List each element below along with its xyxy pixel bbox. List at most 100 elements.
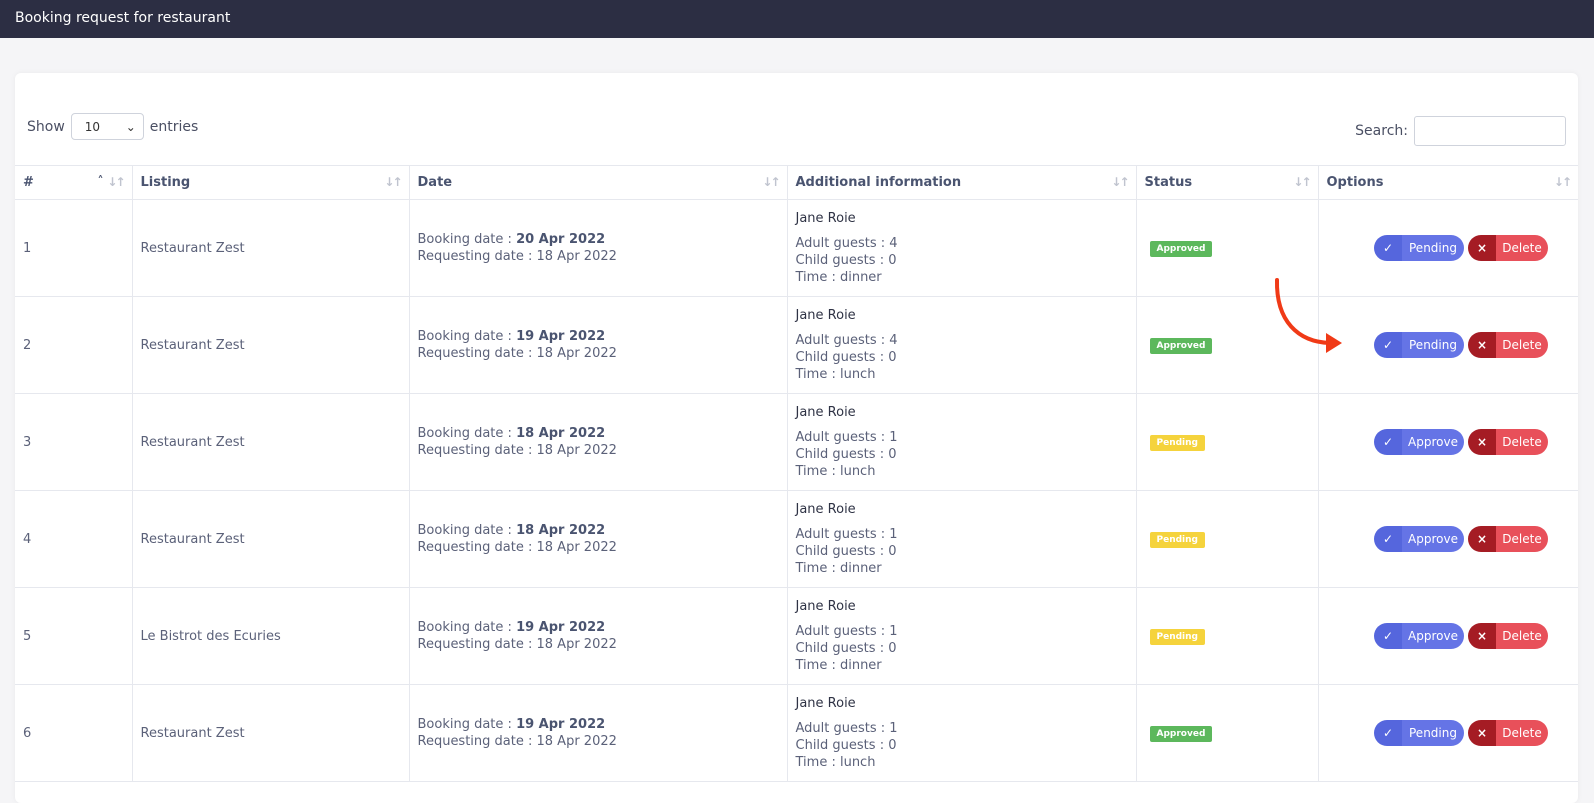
sort-icon: ↓↑ <box>762 175 780 189</box>
check-icon: ✓ <box>1374 332 1402 358</box>
sort-icon: ↓↑ <box>1553 175 1572 189</box>
booking-date-value: 19 Apr 2022 <box>516 620 606 635</box>
close-icon: × <box>1468 526 1496 552</box>
row-info: Jane Roie Adult guests : 4 Child guests : … <box>787 199 1137 297</box>
row-options: ✓ Pending × Delete <box>1318 199 1578 297</box>
delete-button[interactable]: × Delete <box>1468 720 1548 746</box>
time-value: dinner <box>839 270 882 285</box>
check-icon: ✓ <box>1374 235 1402 261</box>
delete-label: Delete <box>1496 332 1548 358</box>
requesting-date-value: 18 Apr 2022 <box>536 346 617 361</box>
column-header-listing[interactable]: Listing ↓↑ <box>132 165 410 200</box>
status-badge: Pending <box>1149 628 1205 645</box>
adult-value: 4 <box>889 333 898 348</box>
adult-value: 4 <box>889 236 898 251</box>
status-action-button[interactable]: ✓ Approve <box>1374 526 1464 552</box>
status-action-button[interactable]: ✓ Approve <box>1374 429 1464 455</box>
requesting-date-label: Requesting date : <box>417 249 537 264</box>
close-icon: × <box>1468 332 1496 358</box>
time-value: dinner <box>839 658 882 673</box>
child-label: Child guests : <box>795 641 889 656</box>
adult-label: Adult guests : <box>795 624 890 639</box>
delete-button[interactable]: × Delete <box>1468 623 1548 649</box>
table-row: 6 Restaurant Zest Booking date : 19 Apr 20… <box>15 684 1578 782</box>
adult-label: Adult guests : <box>795 721 890 736</box>
row-info: Jane Roie Adult guests : 1 Child guests : … <box>787 490 1137 588</box>
booking-date-label: Booking date : <box>417 426 517 441</box>
requesting-date-label: Requesting date : <box>417 346 537 361</box>
row-options: ✓ Approve × Delete <box>1318 393 1578 491</box>
status-action-button[interactable]: ✓ Approve <box>1374 623 1464 649</box>
chevron-down-icon: ⌄ <box>125 119 136 134</box>
status-action-label: Approve <box>1402 429 1464 455</box>
bookings-table: # ˄ ↓↑ Listing ↓↑ Date ↓↑ Additional informa… <box>15 165 1578 782</box>
child-value: 0 <box>888 350 897 365</box>
entries-value: 10 <box>84 119 101 134</box>
booking-date-value: 19 Apr 2022 <box>516 717 606 732</box>
row-dates: Booking date : 19 Apr 2022 Requesting dat… <box>409 684 788 782</box>
time-value: lunch <box>839 464 876 479</box>
requesting-date-label: Requesting date : <box>417 734 537 749</box>
time-value: dinner <box>839 561 882 576</box>
column-header-options[interactable]: Options ↓↑ <box>1318 165 1578 200</box>
row-info: Jane Roie Adult guests : 1 Child guests : … <box>787 684 1137 782</box>
adult-value: 1 <box>889 721 898 736</box>
table-row: 4 Restaurant Zest Booking date : 18 Apr 20… <box>15 490 1578 588</box>
row-options: ✓ Approve × Delete <box>1318 587 1578 685</box>
annotation-arrow-icon <box>1274 278 1342 353</box>
column-header-date[interactable]: Date ↓↑ <box>409 165 788 200</box>
sort-icon: ↓↑ <box>1293 175 1311 189</box>
booking-date-value: 18 Apr 2022 <box>516 426 606 441</box>
child-value: 0 <box>888 738 897 753</box>
row-id: 6 <box>15 684 133 782</box>
row-info: Jane Roie Adult guests : 1 Child guests : … <box>787 587 1137 685</box>
row-listing: Restaurant Zest <box>132 199 410 297</box>
child-label: Child guests : <box>795 544 889 559</box>
check-icon: ✓ <box>1374 720 1402 746</box>
entries-control: Show 10 ⌄ entries <box>27 113 198 140</box>
requesting-date-value: 18 Apr 2022 <box>536 637 617 652</box>
row-listing: Restaurant Zest <box>132 684 410 782</box>
table-row: 3 Restaurant Zest Booking date : 18 Apr 20… <box>15 393 1578 491</box>
booking-date-value: 18 Apr 2022 <box>516 523 606 538</box>
search-label: Search: <box>1355 123 1408 139</box>
row-info: Jane Roie Adult guests : 4 Child guests : … <box>787 296 1137 394</box>
status-badge: Pending <box>1149 531 1205 548</box>
row-listing: Restaurant Zest <box>132 393 410 491</box>
status-badge: Approved <box>1149 337 1213 354</box>
column-header-info[interactable]: Additional information ↓↑ <box>787 165 1137 200</box>
entries-select[interactable]: 10 ⌄ <box>70 113 144 140</box>
delete-label: Delete <box>1496 235 1548 261</box>
requesting-date-label: Requesting date : <box>417 540 537 555</box>
row-listing: Restaurant Zest <box>132 490 410 588</box>
delete-button[interactable]: × Delete <box>1468 429 1548 455</box>
time-label: Time : <box>795 658 840 673</box>
column-header-status[interactable]: Status ↓↑ <box>1136 165 1319 200</box>
time-label: Time : <box>795 464 840 479</box>
time-label: Time : <box>795 270 840 285</box>
delete-button[interactable]: × Delete <box>1468 526 1548 552</box>
row-id: 1 <box>15 199 133 297</box>
status-action-button[interactable]: ✓ Pending <box>1374 332 1464 358</box>
child-value: 0 <box>888 447 897 462</box>
status-action-button[interactable]: ✓ Pending <box>1374 235 1464 261</box>
requesting-date-value: 18 Apr 2022 <box>536 443 617 458</box>
row-status: Pending <box>1136 490 1319 588</box>
delete-button[interactable]: × Delete <box>1468 235 1548 261</box>
bookings-card: Show 10 ⌄ entries Search: # ˄ ↓↑ Listing ↓↑… <box>15 73 1578 803</box>
sort-asc-icon: ˄ <box>97 174 104 188</box>
delete-button[interactable]: × Delete <box>1468 332 1548 358</box>
adult-value: 1 <box>889 527 898 542</box>
row-dates: Booking date : 18 Apr 2022 Requesting dat… <box>409 490 788 588</box>
table-header-row: # ˄ ↓↑ Listing ↓↑ Date ↓↑ Additional informa… <box>15 165 1578 200</box>
time-value: lunch <box>839 367 876 382</box>
booking-date-label: Booking date : <box>417 329 517 344</box>
guest-name: Jane Roie <box>795 599 856 614</box>
status-action-button[interactable]: ✓ Pending <box>1374 720 1464 746</box>
child-value: 0 <box>888 544 897 559</box>
time-label: Time : <box>795 367 840 382</box>
adult-value: 1 <box>889 624 898 639</box>
row-status: Pending <box>1136 587 1319 685</box>
column-header-id[interactable]: # ˄ ↓↑ <box>15 165 133 200</box>
search-input[interactable] <box>1414 116 1566 146</box>
